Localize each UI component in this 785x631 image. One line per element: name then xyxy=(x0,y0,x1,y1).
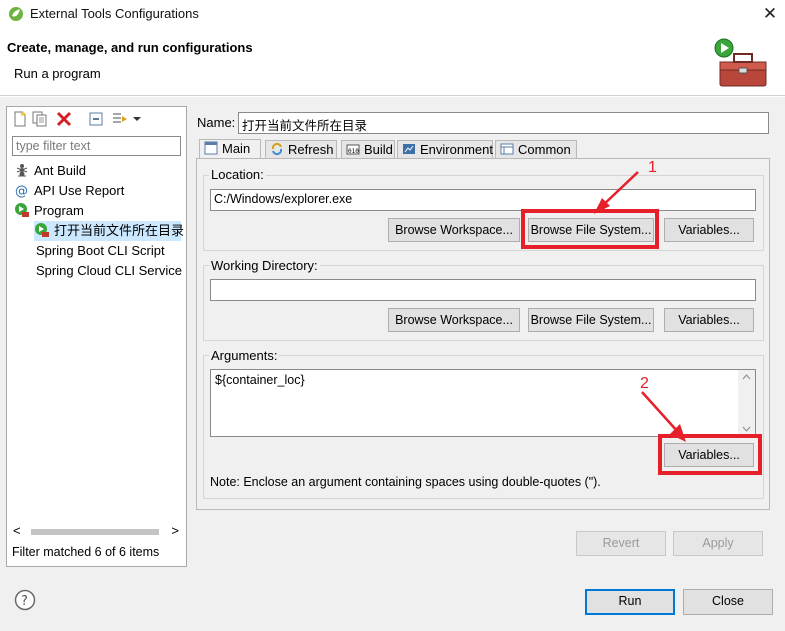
spring-tool-suite-icon xyxy=(9,7,23,21)
header-title: Create, manage, and run configurations xyxy=(7,40,253,55)
name-input[interactable]: 打开当前文件所在目录 xyxy=(238,112,769,134)
scroll-left-arrow[interactable]: < xyxy=(13,523,21,538)
close-window-button[interactable]: ✕ xyxy=(760,4,780,24)
tree-item-open-current-dir[interactable]: 打开当前文件所在目录 xyxy=(34,221,185,241)
configuration-tree-panel: type filter text Ant Build @ API Use Rep… xyxy=(6,106,187,567)
tab-main[interactable]: Main xyxy=(199,139,261,160)
close-button[interactable]: Close xyxy=(683,589,773,615)
location-browse-workspace-button[interactable]: Browse Workspace... xyxy=(388,218,520,242)
collapse-all-icon[interactable] xyxy=(87,110,105,128)
tab-label: Common xyxy=(518,142,571,157)
main-tab-icon xyxy=(204,141,218,155)
refresh-icon xyxy=(271,142,283,156)
tree-item-label: Program xyxy=(34,203,84,218)
workdir-browse-file-system-button[interactable]: Browse File System... xyxy=(528,308,654,332)
api-report-icon: @ xyxy=(15,184,28,198)
svg-text:010: 010 xyxy=(348,148,359,155)
tab-common[interactable]: Common xyxy=(495,140,577,160)
tree-item-spring-cloud-cli-service[interactable]: Spring Cloud CLI Service xyxy=(36,261,182,281)
tab-label: Main xyxy=(222,141,251,156)
location-label: Location: xyxy=(209,167,266,182)
delete-icon[interactable] xyxy=(55,110,73,128)
workdir-variables-button[interactable]: Variables... xyxy=(664,308,754,332)
annotation-arrow-1 xyxy=(594,171,639,214)
scroll-down-icon[interactable] xyxy=(742,426,751,432)
arguments-note: Note: Enclose an argument containing spa… xyxy=(210,475,601,489)
filter-status: Filter matched 6 of 6 items xyxy=(12,545,160,559)
location-variables-button[interactable]: Variables... xyxy=(664,218,754,242)
tree-item-label: Ant Build xyxy=(34,163,87,178)
header-subtitle: Run a program xyxy=(14,66,101,81)
arguments-label: Arguments: xyxy=(209,348,280,363)
name-label: Name: xyxy=(197,115,236,130)
tab-label: Build xyxy=(364,142,393,157)
location-input[interactable]: C:/Windows/explorer.exe xyxy=(210,189,756,211)
window-title: External Tools Configurations xyxy=(30,6,199,21)
working-directory-input[interactable] xyxy=(210,279,756,301)
tab-build[interactable]: 010 Build xyxy=(341,140,395,160)
new-config-icon[interactable] xyxy=(11,110,29,128)
tree-item-program[interactable]: Program xyxy=(14,201,84,221)
tab-environment[interactable]: Environment xyxy=(397,140,493,160)
scroll-thumb[interactable] xyxy=(31,529,159,535)
duplicate-icon[interactable] xyxy=(31,110,49,128)
tree-item-label: Spring Boot CLI Script xyxy=(36,243,165,258)
tab-label: Environment xyxy=(420,142,493,157)
program-run-icon xyxy=(35,223,49,237)
tree-item-api-use-report[interactable]: @ API Use Report xyxy=(14,181,124,201)
program-icon xyxy=(15,203,29,217)
arguments-scrollbar[interactable] xyxy=(738,370,755,436)
run-button[interactable]: Run xyxy=(585,589,675,615)
tree-item-spring-boot-cli-script[interactable]: Spring Boot CLI Script xyxy=(36,241,165,261)
filter-icon[interactable] xyxy=(111,110,129,128)
help-icon[interactable]: ? xyxy=(14,589,36,611)
tree-item-ant-build[interactable]: Ant Build xyxy=(14,161,86,181)
help-glyph: ? xyxy=(21,594,28,609)
workdir-browse-workspace-button[interactable]: Browse Workspace... xyxy=(388,308,520,332)
tree-item-label: Spring Cloud CLI Service xyxy=(36,263,182,278)
scroll-up-icon[interactable] xyxy=(742,374,751,380)
tree-item-label: API Use Report xyxy=(34,183,125,198)
horizontal-scrollbar[interactable]: < > xyxy=(13,523,179,539)
revert-button[interactable]: Revert xyxy=(576,531,666,556)
apply-button[interactable]: Apply xyxy=(673,531,763,556)
dialog-header: Create, manage, and run configurations R… xyxy=(0,28,785,96)
svg-text:@: @ xyxy=(15,184,28,198)
dropdown-arrow-icon[interactable] xyxy=(131,110,143,128)
annotation-arrow-2 xyxy=(641,391,686,442)
common-icon xyxy=(500,143,514,155)
environment-icon xyxy=(403,144,415,154)
filter-input[interactable]: type filter text xyxy=(12,136,181,156)
build-icon: 010 xyxy=(346,144,360,155)
tab-refresh[interactable]: Refresh xyxy=(265,140,337,160)
arguments-value: ${container_loc} xyxy=(215,373,305,387)
working-directory-label: Working Directory: xyxy=(209,258,320,273)
tab-label: Refresh xyxy=(288,142,334,157)
ant-icon xyxy=(16,164,28,177)
tree-item-label: 打开当前文件所在目录 xyxy=(54,223,185,238)
scroll-right-arrow[interactable]: > xyxy=(171,523,179,538)
toolbox-run-icon xyxy=(714,38,767,87)
